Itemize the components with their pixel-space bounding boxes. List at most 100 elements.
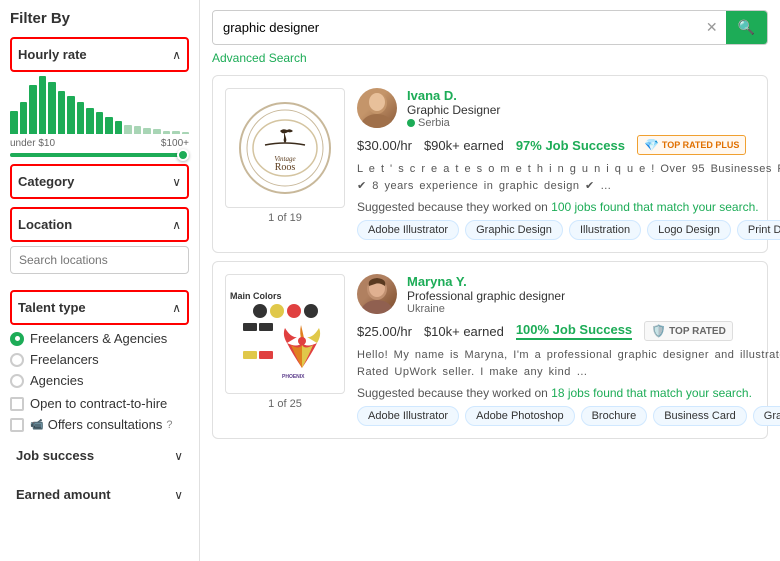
tag-graphic-design-maryna[interactable]: Graphic Design bbox=[753, 406, 780, 426]
tag-illustration-ivana[interactable]: Illustration bbox=[569, 220, 641, 240]
svg-text:Roos: Roos bbox=[275, 162, 296, 173]
rate-maryna: $25.00/hr bbox=[357, 324, 412, 339]
talent-type-option-freelancers[interactable]: Freelancers bbox=[10, 352, 189, 367]
search-input[interactable] bbox=[213, 12, 698, 43]
talent-type-chevron bbox=[172, 300, 181, 315]
tag-business-card-maryna[interactable]: Business Card bbox=[653, 406, 747, 426]
chart-labels: under $10 $100+ bbox=[10, 138, 189, 149]
talent-option-label: Agencies bbox=[30, 373, 83, 388]
avatar-ivana bbox=[357, 88, 397, 128]
tag-adobe-illustrator-ivana[interactable]: Adobe Illustrator bbox=[357, 220, 459, 240]
bar bbox=[58, 91, 66, 135]
color-circles bbox=[253, 304, 318, 318]
bar bbox=[96, 112, 104, 134]
location-label: Location bbox=[18, 217, 72, 232]
chart-bars bbox=[10, 76, 189, 136]
earned-ivana: $90k+ earned bbox=[424, 138, 504, 153]
tag-brochure-maryna[interactable]: Brochure bbox=[581, 406, 648, 426]
earned-amount-chevron bbox=[174, 487, 183, 502]
bar bbox=[182, 132, 190, 134]
profile-info-ivana: Ivana D. Graphic Designer Serbia bbox=[407, 88, 780, 129]
search-clear-button[interactable]: ✕ bbox=[698, 11, 726, 44]
talent-type-option-freelancers-agencies[interactable]: Freelancers & Agencies bbox=[10, 331, 189, 346]
bar bbox=[86, 108, 94, 134]
bar bbox=[172, 131, 180, 134]
advanced-search-link[interactable]: Advanced Search bbox=[212, 51, 768, 65]
color-grid bbox=[243, 323, 273, 378]
suggested-count-link-maryna[interactable]: 18 jobs found that match your search. bbox=[551, 386, 752, 400]
hourly-rate-header[interactable]: Hourly rate bbox=[10, 37, 189, 72]
bar bbox=[105, 117, 113, 134]
suggested-count-link-ivana[interactable]: 100 jobs found that match your search. bbox=[551, 200, 758, 214]
top-rated-plus-badge-ivana: 💎 TOP RATED PLUS bbox=[637, 135, 746, 155]
hourly-rate-chart: under $10 $100+ bbox=[10, 76, 189, 156]
hourly-rate-label: Hourly rate bbox=[18, 47, 87, 62]
bar bbox=[29, 85, 37, 134]
tag-print-design-ivana[interactable]: Print Design bbox=[737, 220, 780, 240]
success-pct-maryna: 100% Job Success bbox=[516, 322, 632, 340]
rate-ivana: $30.00/hr bbox=[357, 138, 412, 153]
bar bbox=[143, 128, 151, 134]
category-section: Category bbox=[10, 164, 189, 199]
talent-type-option-agencies[interactable]: Agencies bbox=[10, 373, 189, 388]
talent-type-options: Freelancers & Agencies Freelancers Agenc… bbox=[10, 331, 189, 388]
tag-adobe-illustrator-maryna[interactable]: Adobe Illustrator bbox=[357, 406, 459, 426]
chart-slider[interactable] bbox=[10, 153, 189, 157]
location-chevron bbox=[172, 217, 181, 232]
suggested-prefix-ivana: Suggested because they worked on bbox=[357, 200, 548, 214]
location-section: Location bbox=[10, 207, 189, 282]
profile-right-maryna: Maryna Y. Professional graphic designer … bbox=[357, 274, 780, 426]
job-success-header[interactable]: Job success bbox=[10, 440, 189, 471]
bar bbox=[20, 102, 28, 134]
radio-circle-active bbox=[10, 332, 24, 346]
slider-thumb[interactable] bbox=[177, 149, 189, 161]
bar bbox=[163, 131, 171, 134]
earned-amount-label: Earned amount bbox=[16, 487, 111, 502]
profile-location-ivana: Serbia bbox=[407, 117, 780, 129]
search-button[interactable]: 🔍 bbox=[726, 11, 767, 44]
grid-block bbox=[259, 351, 273, 359]
color-red bbox=[287, 304, 301, 318]
tag-graphic-design-ivana[interactable]: Graphic Design bbox=[465, 220, 563, 240]
tag-logo-design-ivana[interactable]: Logo Design bbox=[647, 220, 731, 240]
suggested-prefix-maryna: Suggested because they worked on bbox=[357, 386, 548, 400]
profile-title-ivana: Graphic Designer bbox=[407, 103, 780, 117]
bar bbox=[67, 96, 75, 134]
grid-block bbox=[259, 323, 273, 331]
search-bar: ✕ 🔍 bbox=[212, 10, 768, 45]
suggested-text-maryna: Suggested because they worked on 18 jobs… bbox=[357, 386, 780, 400]
earned-amount-header[interactable]: Earned amount bbox=[10, 479, 189, 510]
talent-type-header[interactable]: Talent type bbox=[10, 290, 189, 325]
main-colors-label: Main Colors bbox=[230, 291, 340, 301]
badge-text-maryna: TOP RATED bbox=[669, 326, 726, 337]
talent-option-label: Freelancers bbox=[30, 352, 99, 367]
talent-option-label: Freelancers & Agencies bbox=[30, 331, 167, 346]
category-header[interactable]: Category bbox=[10, 164, 189, 199]
profile-name-maryna[interactable]: Maryna Y. bbox=[407, 274, 780, 289]
location-header[interactable]: Location bbox=[10, 207, 189, 242]
badge-text-ivana: TOP RATED PLUS bbox=[662, 140, 740, 150]
checkbox-label: Offers consultations bbox=[48, 417, 163, 432]
video-icon: 📹 bbox=[30, 418, 44, 431]
help-icon[interactable]: ? bbox=[166, 419, 172, 431]
tags-maryna: Adobe Illustrator Adobe Photoshop Brochu… bbox=[357, 406, 780, 426]
tag-adobe-photoshop-maryna[interactable]: Adobe Photoshop bbox=[465, 406, 574, 426]
checkbox-label: Open to contract-to-hire bbox=[30, 396, 167, 411]
location-search-input[interactable] bbox=[10, 246, 189, 274]
location-text-ivana: Serbia bbox=[418, 117, 450, 129]
profile-info-maryna: Maryna Y. Professional graphic designer … bbox=[407, 274, 780, 315]
job-success-maryna: 100% Job Success bbox=[516, 322, 632, 340]
profile-name-ivana[interactable]: Ivana D. bbox=[407, 88, 780, 103]
checkbox-box bbox=[10, 418, 24, 432]
hourly-rate-section: Hourly rate bbox=[10, 37, 189, 156]
checkbox-offers-consultations[interactable]: 📹 Offers consultations ? bbox=[10, 417, 189, 432]
suggested-text-ivana: Suggested because they worked on 100 job… bbox=[357, 200, 780, 214]
bar bbox=[124, 125, 132, 134]
avatar-image-maryna bbox=[357, 274, 397, 314]
checkbox-contract-hire[interactable]: Open to contract-to-hire bbox=[10, 396, 189, 411]
talent-type-section: Talent type Freelancers & Agencies Freel… bbox=[10, 290, 189, 432]
avatar-maryna bbox=[357, 274, 397, 314]
success-pct-ivana: 97% Job Success bbox=[516, 138, 625, 153]
sidebar-title: Filter By bbox=[10, 10, 189, 27]
job-success-ivana: 97% Job Success bbox=[516, 138, 625, 153]
